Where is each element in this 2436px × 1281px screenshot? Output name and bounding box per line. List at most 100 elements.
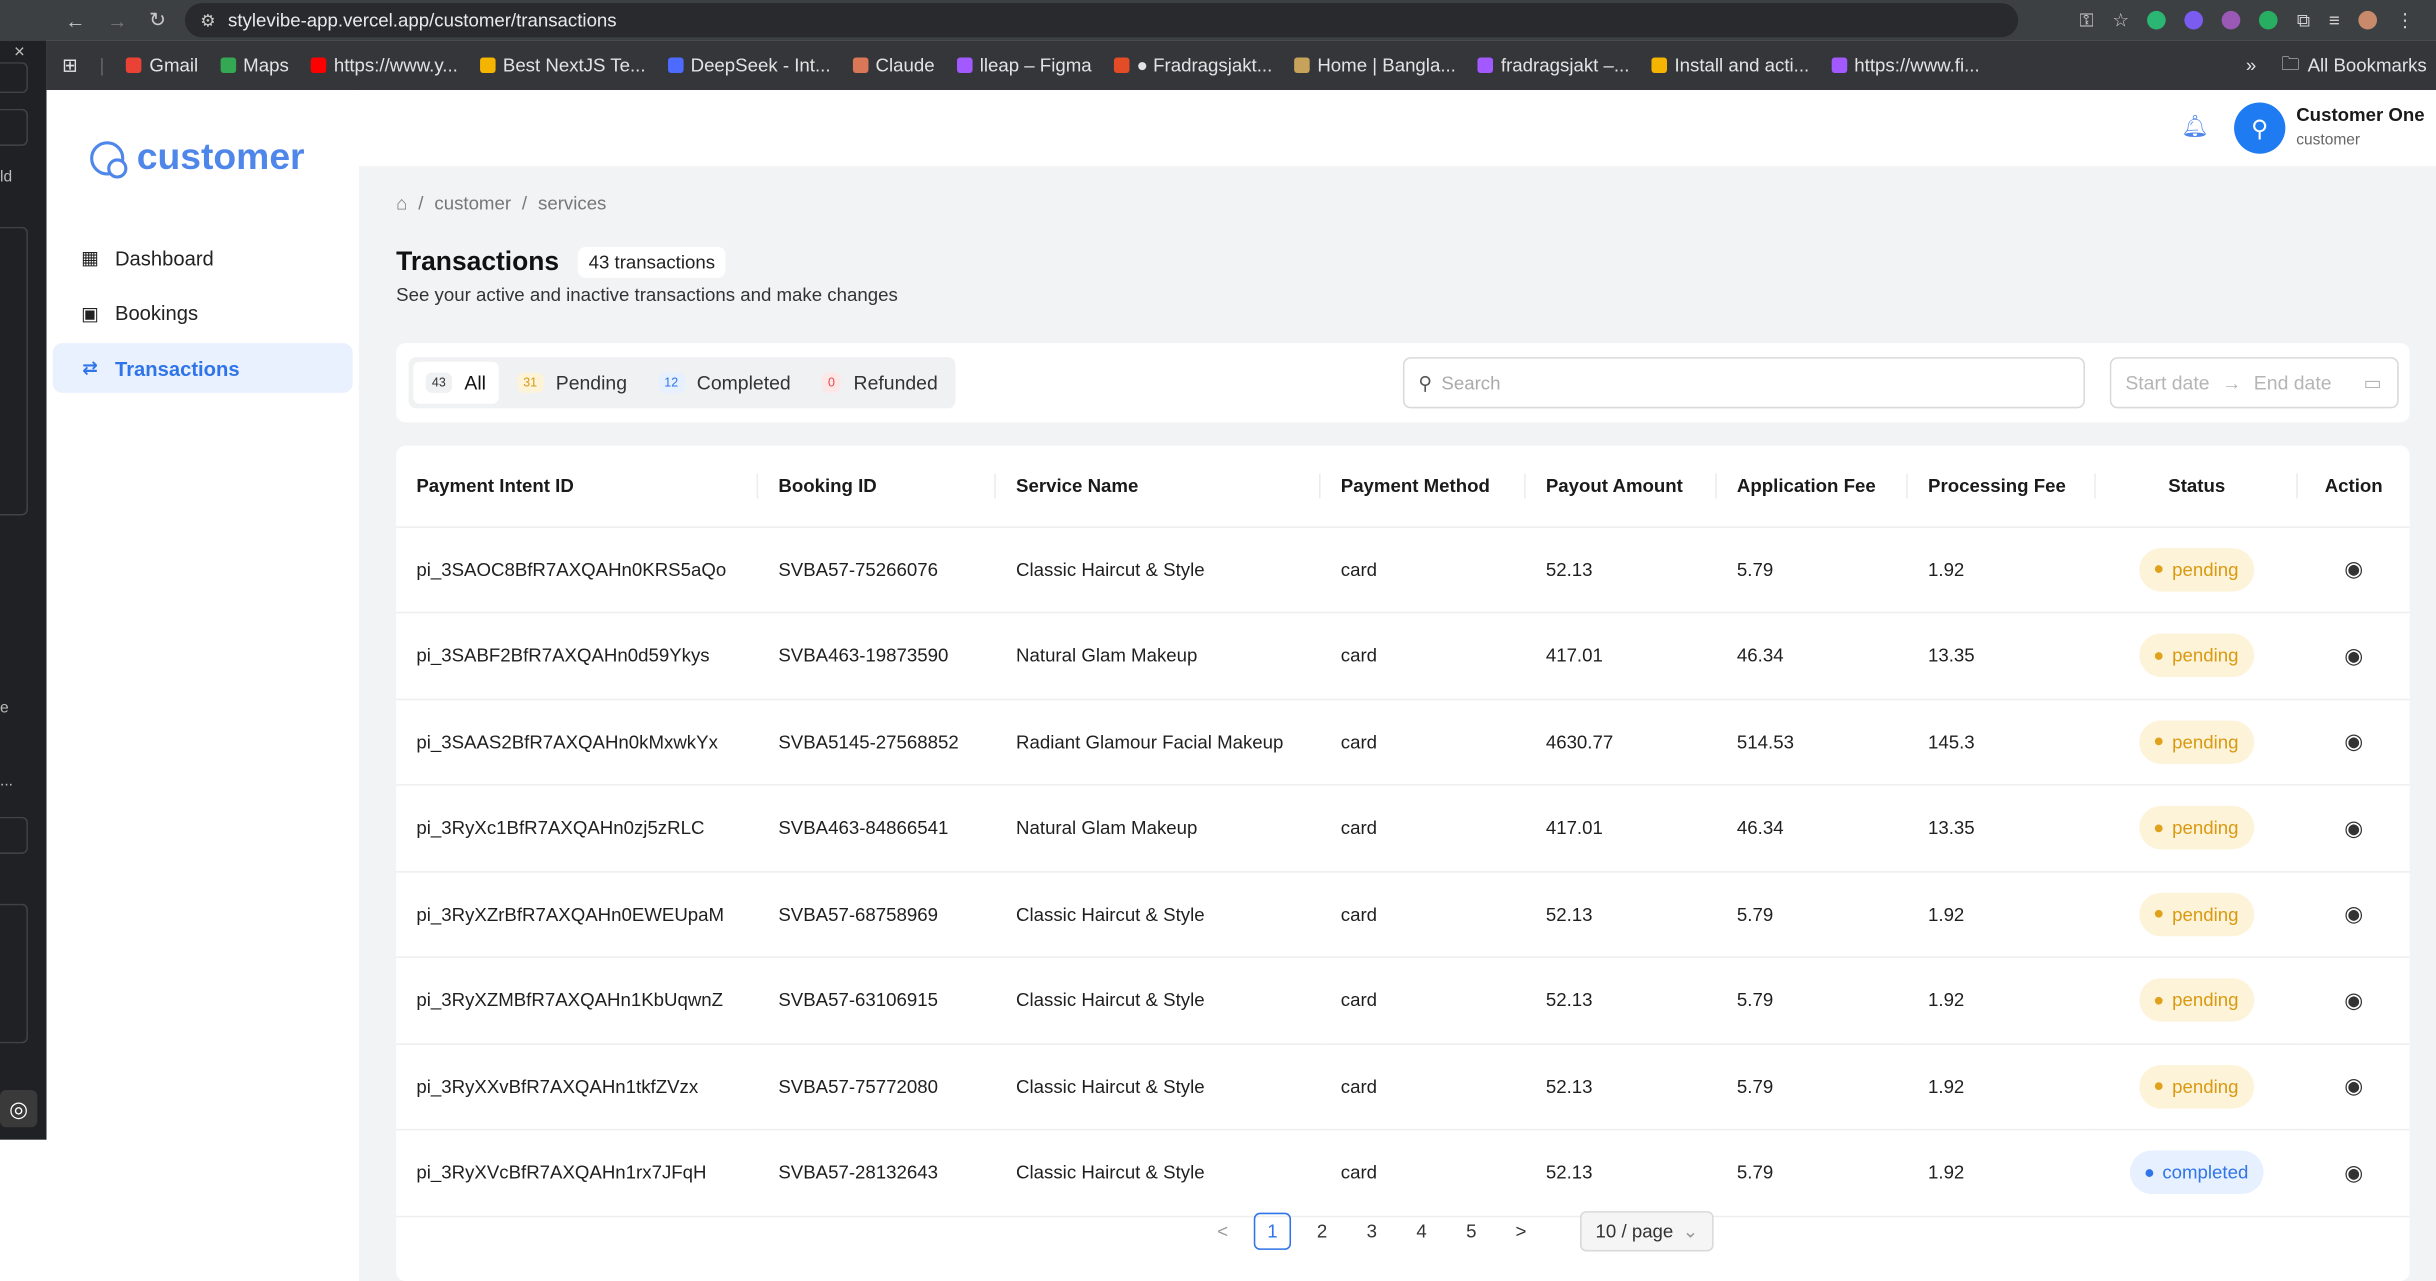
page-size-select[interactable]: 10 / page ⌄	[1580, 1211, 1714, 1252]
view-eye-icon[interactable]: ◉	[2344, 1073, 2363, 1098]
bookmark-item[interactable]: Maps	[219, 54, 289, 76]
favicon-icon	[956, 57, 972, 73]
extension-icon[interactable]	[2222, 10, 2241, 30]
favicon-icon	[852, 57, 868, 73]
bookmark-item[interactable]: fradragsjakt –...	[1477, 54, 1629, 76]
table-cell: 145.3	[1907, 698, 2096, 786]
profile-avatar-icon[interactable]	[2358, 10, 2378, 30]
table-cell: card	[1320, 612, 1526, 700]
view-eye-icon[interactable]: ◉	[2344, 556, 2363, 581]
tab-all[interactable]: 43 All	[413, 361, 499, 404]
bookmark-item[interactable]: Home | Bangla...	[1294, 54, 1456, 76]
chrome-icon[interactable]: ◎	[0, 1089, 38, 1128]
user-name: Customer One	[2296, 104, 2425, 126]
close-icon[interactable]: ×	[14, 40, 25, 62]
date-range-picker[interactable]: Start date → End date ▭	[2109, 357, 2399, 409]
bookmark-item[interactable]: https://www.fi...	[1830, 54, 1980, 76]
extension-icon[interactable]	[2147, 10, 2167, 30]
tab-pending[interactable]: 31 Pending	[505, 362, 640, 404]
back-icon[interactable]: ←	[65, 9, 85, 32]
sidebar-item-transactions[interactable]: ⇄ Transactions	[52, 343, 353, 393]
table-cell: 417.01	[1525, 784, 1717, 872]
bookmark-item[interactable]: DeepSeek - Int...	[667, 54, 830, 76]
table-row: pi_3SAOC8BfR7AXQAHn0KRS5aQo SVBA57-752660…	[396, 526, 2410, 614]
table-cell: pi_3RyXVcBfR7AXQAHn1rx7JFqH	[396, 1129, 759, 1217]
folder-icon: 🗀	[2281, 52, 2300, 74]
page-number-button[interactable]: 1	[1253, 1212, 1292, 1250]
bookmark-item[interactable]: Install and acti...	[1651, 54, 1809, 76]
table-header: Payment Intent ID Booking ID Service Name P…	[396, 445, 2410, 528]
bookmark-item[interactable]: https://www.y...	[310, 54, 458, 76]
view-eye-icon[interactable]: ◉	[2344, 987, 2363, 1012]
star-icon[interactable]: ☆	[2112, 9, 2129, 31]
next-page-button[interactable]: >	[1502, 1213, 1539, 1250]
bell-icon[interactable]: 🔔︎	[2181, 113, 2209, 139]
page-number-button[interactable]: 5	[1453, 1213, 1490, 1250]
url-text: stylevibe-app.vercel.app/customer/transa…	[228, 9, 617, 32]
table-row: pi_3SABF2BfR7AXQAHn0d59Ykys SVBA463-19873…	[396, 612, 2410, 700]
home-icon[interactable]: ⌂	[396, 193, 407, 215]
bookmark-item[interactable]: lleap – Figma	[956, 54, 1092, 76]
panel-text: ld	[0, 169, 13, 187]
tab-label: Pending	[555, 371, 628, 394]
tab-label: Completed	[696, 371, 791, 394]
bookmark-item[interactable]: Gmail	[126, 54, 198, 76]
sidebar-item-dashboard[interactable]: ▦ Dashboard	[53, 233, 353, 283]
favicon-icon	[126, 57, 142, 73]
bookmark-label: Claude	[875, 54, 935, 77]
reload-icon[interactable]: ↻	[149, 8, 166, 33]
status-cell: pending	[2095, 612, 2298, 700]
key-icon[interactable]: ⚿	[2079, 9, 2093, 32]
view-eye-icon[interactable]: ◉	[2344, 729, 2363, 754]
page-number-button[interactable]: 4	[1403, 1213, 1440, 1250]
table-cell: 1.92	[1907, 526, 2096, 614]
table-cell: 1.92	[1907, 871, 2096, 959]
status-badge: pending	[2139, 806, 2255, 850]
column-header: Action	[2297, 445, 2410, 528]
extension-icon[interactable]	[2259, 10, 2279, 30]
more-bookmarks-icon[interactable]: »	[2246, 54, 2256, 76]
status-dot-icon	[2155, 737, 2163, 746]
sidebar-item-label: Dashboard	[114, 246, 214, 270]
site-settings-icon[interactable]: ⚙	[200, 10, 215, 31]
status-label: pending	[2172, 817, 2239, 839]
brand-logo[interactable]: customer	[90, 137, 305, 180]
view-eye-icon[interactable]: ◉	[2344, 642, 2363, 667]
bookmark-item[interactable]: Claude	[852, 54, 935, 77]
status-label: completed	[2162, 1161, 2249, 1184]
action-cell: ◉	[2297, 1043, 2410, 1131]
forward-icon[interactable]: →	[107, 9, 127, 32]
media-icon[interactable]: ≡	[2329, 9, 2340, 31]
tab-refunded[interactable]: 0 Refunded	[809, 362, 950, 404]
prev-page-button[interactable]: <	[1204, 1213, 1241, 1250]
user-avatar[interactable]: ⚲	[2234, 102, 2286, 154]
address-bar[interactable]: ⚙ stylevibe-app.vercel.app/customer/tran…	[184, 3, 2018, 38]
end-date-input[interactable]: End date	[2254, 372, 2332, 394]
bookmark-item[interactable]: Best NextJS Te...	[479, 54, 646, 76]
breadcrumb-item[interactable]: customer	[434, 193, 511, 215]
table-row: pi_3RyXZrBfR7AXQAHn0EWEUpaM SVBA57-687589…	[396, 871, 2410, 959]
table-cell: pi_3SAAS2BfR7AXQAHn0kMxwkYx	[396, 698, 759, 786]
page-number-button[interactable]: 3	[1353, 1213, 1390, 1250]
page-number-button[interactable]: 2	[1303, 1213, 1340, 1250]
view-eye-icon[interactable]: ◉	[2344, 815, 2363, 840]
bookmark-item[interactable]: ● Fradragsjakt...	[1113, 54, 1272, 76]
table-cell: Classic Haircut & Style	[995, 957, 1321, 1045]
puzzle-icon[interactable]: ⧉	[2297, 9, 2310, 32]
apps-icon[interactable]: ⊞	[62, 54, 78, 76]
search-input[interactable]: ⚲ Search	[1402, 357, 2085, 409]
table-cell: 1.92	[1907, 1129, 2096, 1217]
panel-box	[0, 816, 28, 854]
logo-icon	[90, 141, 128, 179]
start-date-input[interactable]: Start date	[2125, 372, 2209, 394]
view-eye-icon[interactable]: ◉	[2344, 901, 2363, 926]
table-cell: pi_3SABF2BfR7AXQAHn0d59Ykys	[396, 612, 759, 700]
bookmark-list: Gmail Maps https://www.y... Best NextJS Te.…	[126, 54, 1980, 76]
view-eye-icon[interactable]: ◉	[2344, 1159, 2363, 1184]
tab-completed[interactable]: 12 Completed	[646, 362, 803, 404]
more-icon[interactable]: ⋮	[2396, 9, 2415, 31]
sidebar-item-bookings[interactable]: ▣ Bookings	[53, 288, 353, 338]
extension-icon[interactable]	[2184, 10, 2204, 30]
all-bookmarks[interactable]: 🗀 All Bookmarks	[2281, 49, 2427, 82]
status-dot-icon	[2145, 1168, 2153, 1177]
